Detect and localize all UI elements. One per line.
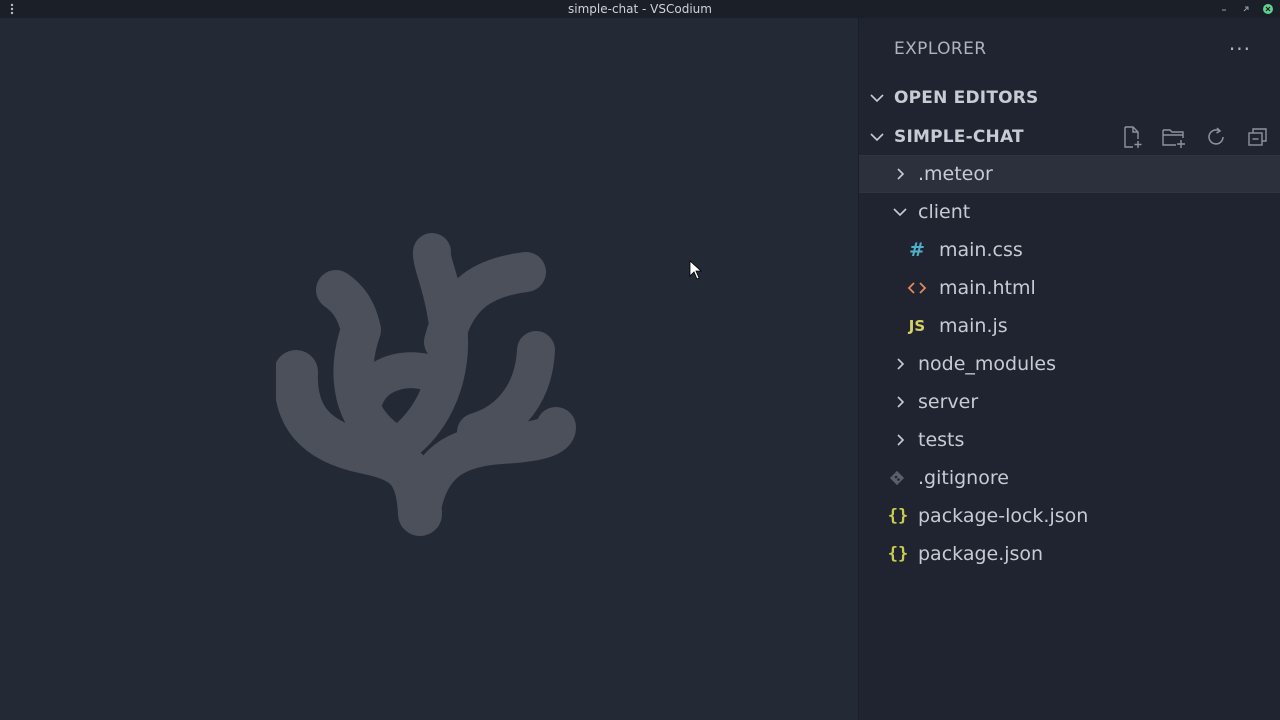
project-label: SIMPLE-CHAT <box>894 127 1024 147</box>
tree-item-label: tests <box>918 429 965 451</box>
open-editors-section[interactable]: OPEN EDITORS <box>859 79 1280 117</box>
tree-item-label: server <box>918 391 979 413</box>
tree-item-main-html[interactable]: main.html <box>859 269 1280 307</box>
title-bar: simple-chat - VSCodium <box>0 0 1280 18</box>
tree-item-node-modules[interactable]: node_modules <box>859 345 1280 383</box>
tree-item-server[interactable]: server <box>859 383 1280 421</box>
file-tree: .meteor client # main.css main.html JS m… <box>859 155 1280 573</box>
explorer-title: EXPLORER <box>894 39 987 59</box>
tree-item-label: client <box>918 201 971 223</box>
tree-item-client[interactable]: client <box>859 193 1280 231</box>
json-icon: {} <box>887 506 909 526</box>
new-folder-icon[interactable] <box>1161 124 1187 150</box>
tree-item-label: .gitignore <box>918 467 1009 489</box>
tree-item-label: .meteor <box>918 163 993 185</box>
refresh-icon[interactable] <box>1203 124 1229 150</box>
tree-item-meteor[interactable]: .meteor <box>859 155 1280 193</box>
project-section[interactable]: SIMPLE-CHAT <box>859 118 1280 156</box>
vscodium-logo-icon <box>276 233 576 536</box>
minimize-button[interactable] <box>1218 3 1230 15</box>
more-actions-icon[interactable]: ··· <box>1229 39 1251 59</box>
chevron-down-icon <box>870 133 884 142</box>
tree-item-package-json[interactable]: {} package.json <box>859 535 1280 573</box>
chevron-right-icon <box>890 354 910 374</box>
collapse-all-icon[interactable] <box>1245 124 1271 150</box>
new-file-icon[interactable] <box>1119 124 1145 150</box>
editor-area[interactable] <box>0 18 858 720</box>
tree-item-package-lock-json[interactable]: {} package-lock.json <box>859 497 1280 535</box>
chevron-down-icon <box>870 94 884 103</box>
tree-item-label: main.css <box>939 239 1023 261</box>
window-title: simple-chat - VSCodium <box>568 2 712 16</box>
mouse-cursor-icon <box>689 260 703 280</box>
tree-item-label: package.json <box>918 543 1044 565</box>
git-icon <box>887 468 907 488</box>
hash-icon: # <box>909 239 925 261</box>
maximize-button[interactable] <box>1240 3 1252 15</box>
tree-item-label: package-lock.json <box>918 505 1089 527</box>
chevron-down-icon <box>890 202 910 222</box>
chevron-right-icon <box>890 430 910 450</box>
tree-item-main-css[interactable]: # main.css <box>859 231 1280 269</box>
tree-item-tests[interactable]: tests <box>859 421 1280 459</box>
open-editors-label: OPEN EDITORS <box>894 88 1039 108</box>
explorer-sidebar: EXPLORER ··· OPEN EDITORS SIMPLE-CHAT .m… <box>858 18 1280 720</box>
tree-item-label: main.html <box>939 277 1036 299</box>
json-icon: {} <box>887 544 909 564</box>
explorer-header: EXPLORER ··· <box>859 31 1280 67</box>
chevron-right-icon <box>890 392 910 412</box>
tree-item-main-js[interactable]: JS main.js <box>859 307 1280 345</box>
tree-item-gitignore[interactable]: .gitignore <box>859 459 1280 497</box>
chevron-right-icon <box>890 164 910 184</box>
tree-item-label: node_modules <box>918 353 1057 375</box>
html-icon <box>907 278 927 298</box>
close-button[interactable] <box>1262 3 1274 15</box>
js-icon: JS <box>908 317 926 335</box>
window-menu-icon[interactable] <box>9 3 15 15</box>
tree-item-label: main.js <box>939 315 1008 337</box>
